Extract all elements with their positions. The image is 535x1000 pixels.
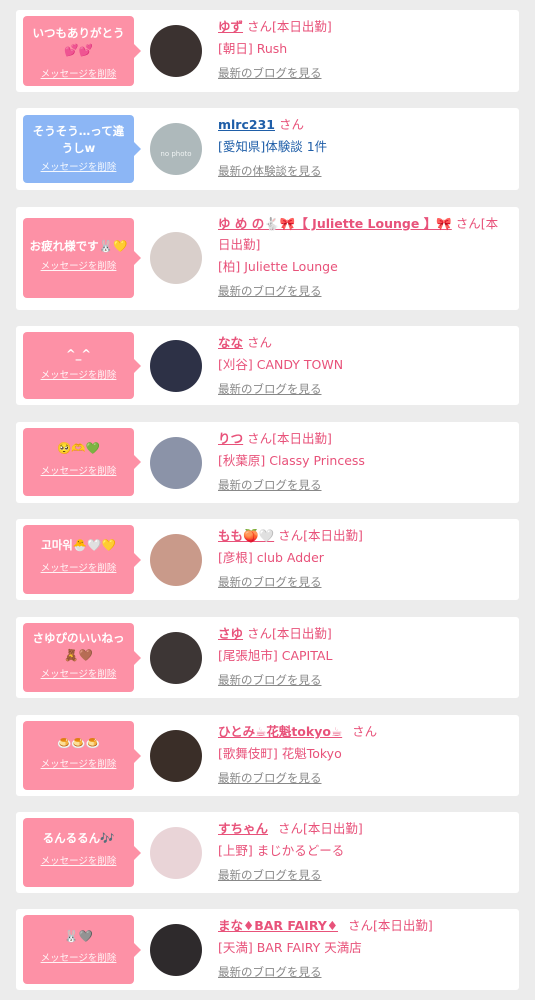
shop-name: [刈谷] CANDY TOWN bbox=[218, 357, 344, 372]
status-badge: [本日出勤] bbox=[272, 19, 332, 34]
latest-blog-link[interactable]: 最新のブログを見る bbox=[218, 964, 510, 980]
cast-name-link[interactable]: まな♦BAR FAIRY♦ bbox=[218, 918, 338, 933]
cast-name-link[interactable]: ゆず bbox=[218, 19, 243, 34]
message-bubble: さゆぴのいいねっ🧸🤎 メッセージを削除 bbox=[23, 623, 141, 692]
avatar[interactable] bbox=[150, 827, 202, 879]
cast-name-link[interactable]: すちゃん bbox=[218, 821, 268, 836]
delete-message-link[interactable]: メッセージを削除 bbox=[23, 66, 134, 80]
latest-blog-link[interactable]: 最新のブログを見る bbox=[218, 672, 510, 688]
user-name-link[interactable]: mlrc231 bbox=[218, 117, 275, 132]
latest-blog-link[interactable]: 最新のブログを見る bbox=[218, 65, 510, 81]
shop-name: [柏] Juliette Lounge bbox=[218, 259, 338, 274]
shop-name: [天満] BAR FAIRY 天満店 bbox=[218, 940, 362, 955]
message-text: いつもありがとう💕💕 bbox=[32, 26, 125, 57]
list-item: るんるるん🎶 メッセージを削除 すちゃん さん[本日出勤] [上野] まじかるどー… bbox=[16, 812, 519, 893]
shop-name: [尾張旭市] CAPITAL bbox=[218, 648, 333, 663]
message-text: 🥺🫶💚 bbox=[57, 441, 100, 455]
delete-message-link[interactable]: メッセージを削除 bbox=[23, 756, 134, 770]
delete-message-link[interactable]: メッセージを削除 bbox=[23, 159, 134, 173]
avatar[interactable] bbox=[150, 437, 202, 489]
message-bubble: 🐰🩶 メッセージを削除 bbox=[23, 915, 141, 984]
shop-name: [上野] まじかるどーる bbox=[218, 843, 345, 858]
message-text: そうそう…って違うしw bbox=[32, 124, 125, 155]
message-text: るんるるん🎶 bbox=[42, 831, 115, 845]
cast-name-link[interactable]: さゆ bbox=[218, 626, 243, 641]
list-item: いつもありがとう💕💕 メッセージを削除 ゆず さん[本日出勤] [朝日] Rush… bbox=[16, 10, 519, 92]
list-item: そうそう…って違うしw メッセージを削除 no photo mlrc231 さん … bbox=[16, 108, 519, 190]
avatar[interactable] bbox=[150, 340, 202, 392]
cast-name-link[interactable]: ひとみ☕花魁tokyo☕ bbox=[218, 724, 342, 739]
no-photo-text: no photo bbox=[160, 150, 192, 158]
cast-name-link[interactable]: ゆ め の🐇🎀【 Juliette Lounge 】🎀 bbox=[218, 216, 452, 231]
shop-name: [秋葉原] Classy Princess bbox=[218, 453, 365, 468]
message-bubble: 🥺🫶💚 メッセージを削除 bbox=[23, 428, 141, 496]
list-item: 고마워🐣🤍💛 メッセージを削除 もも🍑🤍 さん[本日出勤] [彦根] club A… bbox=[16, 519, 519, 600]
status-badge: [本日出勤] bbox=[373, 918, 433, 933]
message-text: さゆぴのいいねっ🧸🤎 bbox=[32, 631, 125, 662]
status-badge: [本日出勤] bbox=[303, 528, 363, 543]
avatar[interactable] bbox=[150, 730, 202, 782]
delete-message-link[interactable]: メッセージを削除 bbox=[23, 367, 134, 381]
latest-blog-link[interactable]: 最新のブログを見る bbox=[218, 574, 510, 590]
message-bubble: ^_^ メッセージを削除 bbox=[23, 332, 141, 399]
delete-message-link[interactable]: メッセージを削除 bbox=[23, 666, 134, 680]
review-count: [愛知県]体験談 1件 bbox=[218, 139, 328, 154]
latest-blog-link[interactable]: 最新のブログを見る bbox=[218, 867, 510, 883]
avatar-placeholder[interactable]: no photo bbox=[150, 123, 202, 175]
list-item: さゆぴのいいねっ🧸🤎 メッセージを削除 さゆ さん[本日出勤] [尾張旭市] CA… bbox=[16, 617, 519, 698]
delete-message-link[interactable]: メッセージを削除 bbox=[23, 463, 134, 477]
shop-name: [朝日] Rush bbox=[218, 41, 288, 56]
delete-message-link[interactable]: メッセージを削除 bbox=[23, 950, 134, 964]
shop-name: [歌舞伎町] 花魁Tokyo bbox=[218, 746, 342, 761]
message-text: ^_^ bbox=[65, 347, 92, 361]
latest-blog-link[interactable]: 最新のブログを見る bbox=[218, 381, 510, 397]
message-bubble: 고마워🐣🤍💛 メッセージを削除 bbox=[23, 525, 141, 594]
list-item: ^_^ メッセージを削除 なな さん [刈谷] CANDY TOWN 最新のブログ… bbox=[16, 326, 519, 405]
message-bubble: お疲れ様です🐰💛 メッセージを削除 bbox=[23, 218, 141, 298]
avatar[interactable] bbox=[150, 232, 202, 284]
avatar[interactable] bbox=[150, 632, 202, 684]
latest-blog-link[interactable]: 最新のブログを見る bbox=[218, 477, 510, 493]
latest-review-link[interactable]: 最新の体験談を見る bbox=[218, 163, 510, 179]
status-badge: [本日出勤] bbox=[272, 431, 332, 446]
delete-message-link[interactable]: メッセージを削除 bbox=[23, 258, 134, 272]
list-item: 🥺🫶💚 メッセージを削除 りつ さん[本日出勤] [秋葉原] Classy Pri… bbox=[16, 422, 519, 503]
status-badge: [本日出勤] bbox=[303, 821, 363, 836]
latest-blog-link[interactable]: 最新のブログを見る bbox=[218, 770, 510, 786]
message-text: 고마워🐣🤍💛 bbox=[41, 538, 116, 552]
list-item: 🍮🍮🍮 メッセージを削除 ひとみ☕花魁tokyo☕ さん [歌舞伎町] 花魁Tok… bbox=[16, 715, 519, 796]
message-bubble: 🍮🍮🍮 メッセージを削除 bbox=[23, 721, 141, 790]
latest-blog-link[interactable]: 最新のブログを見る bbox=[218, 283, 510, 299]
delete-message-link[interactable]: メッセージを削除 bbox=[23, 560, 134, 574]
message-text: 🐰🩶 bbox=[64, 929, 93, 943]
delete-message-link[interactable]: メッセージを削除 bbox=[23, 853, 134, 867]
message-text: お疲れ様です🐰💛 bbox=[29, 239, 128, 253]
shop-name: [彦根] club Adder bbox=[218, 550, 324, 565]
cast-name-link[interactable]: もも🍑🤍 bbox=[218, 528, 274, 543]
list-item: 🐰🩶 メッセージを削除 まな♦BAR FAIRY♦ さん[本日出勤] [天満] B… bbox=[16, 909, 519, 990]
message-bubble: そうそう…って違うしw メッセージを削除 bbox=[23, 115, 141, 183]
message-text: 🍮🍮🍮 bbox=[57, 736, 100, 750]
status-badge: [本日出勤] bbox=[272, 626, 332, 641]
cast-name-link[interactable]: りつ bbox=[218, 431, 243, 446]
avatar[interactable] bbox=[150, 25, 202, 77]
list-item: お疲れ様です🐰💛 メッセージを削除 ゆ め の🐇🎀【 Juliette Loun… bbox=[16, 207, 519, 310]
cast-name-link[interactable]: なな bbox=[218, 335, 243, 350]
message-bubble: いつもありがとう💕💕 メッセージを削除 bbox=[23, 16, 141, 86]
avatar[interactable] bbox=[150, 534, 202, 586]
avatar[interactable] bbox=[150, 924, 202, 976]
message-bubble: るんるるん🎶 メッセージを削除 bbox=[23, 818, 141, 887]
